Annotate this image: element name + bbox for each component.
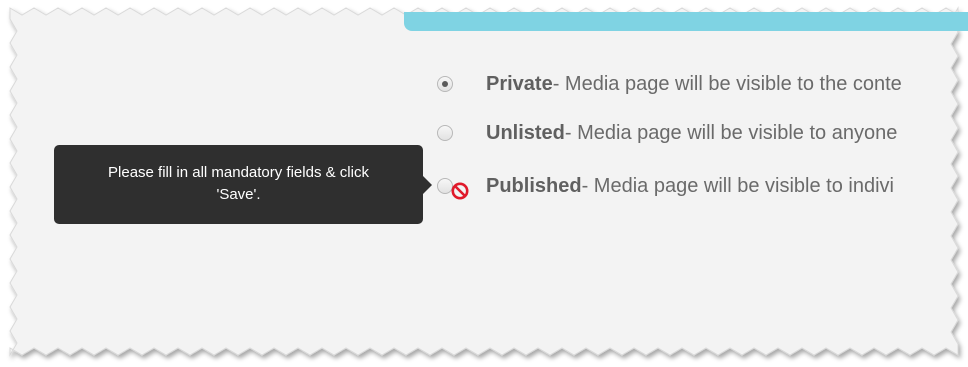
header-accent-bar <box>404 12 968 31</box>
screenshot-stage: Private - Media page will be visible to … <box>0 0 968 367</box>
radio-icon[interactable] <box>437 178 469 200</box>
option-name: Private <box>486 72 553 95</box>
option-name: Published <box>486 174 582 197</box>
tooltip-line: 'Save'. <box>216 186 261 203</box>
no-entry-icon <box>451 182 469 200</box>
visibility-option-unlisted[interactable]: Unlisted - Media page will be visible to… <box>437 119 897 147</box>
visibility-option-published[interactable]: Published - Media page will be visible t… <box>437 172 894 200</box>
option-description: - Media page will be visible to the cont… <box>552 72 902 95</box>
tooltip-arrow <box>423 176 432 194</box>
page-content: Private - Media page will be visible to … <box>0 0 968 367</box>
option-description: - Media page will be visible to indivi <box>581 174 894 197</box>
radio-selected-icon[interactable] <box>437 76 453 92</box>
validation-tooltip: Please fill in all mandatory fields & cl… <box>54 145 423 224</box>
option-name: Unlisted <box>486 121 565 144</box>
option-description: - Media page will be visible to anyone <box>564 121 898 144</box>
visibility-option-private[interactable]: Private - Media page will be visible to … <box>437 70 902 98</box>
radio-icon[interactable] <box>437 125 453 141</box>
tooltip-line: Please fill in all mandatory fields & cl… <box>108 164 369 181</box>
